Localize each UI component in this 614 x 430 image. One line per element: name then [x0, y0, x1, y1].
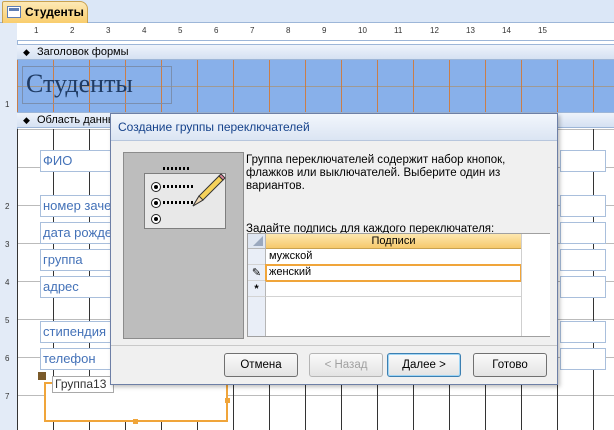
document-tab-title: Студенты [25, 5, 84, 19]
move-handle[interactable] [38, 372, 46, 380]
ruler-mark: 4 [142, 26, 147, 35]
field-label-group[interactable]: группа [40, 249, 116, 271]
field-label-fio[interactable]: ФИО [40, 150, 116, 172]
ruler-mark: 1 [34, 26, 39, 35]
ruler-mark: 12 [430, 26, 439, 35]
field-textbox[interactable] [560, 195, 606, 217]
ruler-mark: 13 [466, 26, 475, 35]
ruler-mark: 10 [358, 26, 367, 35]
field-label-address[interactable]: адрес [40, 276, 116, 298]
form-header-section-bar[interactable]: ◆ Заголовок формы [17, 44, 614, 60]
finish-button[interactable]: Готово [473, 353, 547, 377]
field-textbox[interactable] [560, 222, 606, 244]
ruler-mark: 8 [286, 26, 291, 35]
collapse-arrow-icon: ◆ [23, 47, 30, 57]
section-title: Заголовок формы [37, 46, 129, 58]
new-row-icon[interactable]: * [248, 281, 266, 297]
labels-datasheet[interactable]: Подписи мужской ✎ женский * [247, 233, 550, 337]
section-title: Область данных [37, 114, 122, 126]
option-group-preview [144, 167, 226, 229]
ruler-mark: 4 [5, 278, 10, 287]
ruler-mark: 9 [322, 26, 327, 35]
resize-handle[interactable] [225, 398, 230, 403]
field-textbox[interactable] [560, 321, 606, 343]
next-button[interactable]: Далее > [387, 353, 461, 377]
select-all-corner[interactable] [248, 234, 266, 249]
ruler-mark: 5 [5, 316, 10, 325]
label-row-1[interactable]: мужской [266, 249, 521, 265]
grid-empty-area [521, 234, 550, 336]
ruler-mark: 5 [178, 26, 183, 35]
ruler-mark: 14 [502, 26, 511, 35]
ruler-mark: 1 [5, 100, 10, 109]
field-textbox[interactable] [560, 150, 606, 172]
wizard-illustration [123, 152, 244, 339]
field-label-record-number[interactable]: номер зачетной [40, 195, 116, 217]
option-group-label[interactable]: Группа13 [52, 376, 114, 393]
pencil-icon [192, 173, 226, 207]
column-header-labels[interactable]: Подписи [266, 234, 521, 249]
field-textbox[interactable] [560, 276, 606, 298]
field-label-birth-date[interactable]: дата рождения [40, 222, 116, 244]
dialog-body: Группа переключателей содержит набор кно… [111, 141, 557, 384]
ruler-mark: 2 [5, 202, 10, 211]
document-tab[interactable]: Студенты [2, 1, 88, 23]
new-row[interactable] [266, 281, 521, 297]
row-selector-empty [248, 297, 266, 336]
back-button[interactable]: < Назад [309, 353, 383, 377]
field-label-phone[interactable]: телефон [40, 348, 116, 370]
ruler-mark: 7 [250, 26, 255, 35]
row-selector[interactable] [248, 249, 266, 265]
pencil-icon[interactable]: ✎ [248, 265, 266, 281]
ruler-mark: 2 [70, 26, 75, 35]
ruler-mark: 7 [5, 392, 10, 401]
ruler-mark: 11 [394, 26, 403, 35]
ruler-mark: 3 [5, 240, 10, 249]
field-textbox[interactable] [560, 249, 606, 271]
document-tab-bar [0, 0, 614, 23]
collapse-arrow-icon: ◆ [23, 115, 30, 125]
horizontal-ruler[interactable]: 1 2 3 4 5 6 7 8 9 10 11 12 13 14 15 [17, 23, 614, 41]
form-title-label[interactable]: Студенты [22, 66, 172, 104]
ruler-mark: 3 [106, 26, 111, 35]
field-textbox[interactable] [560, 348, 606, 370]
dialog-separator [111, 345, 557, 346]
form-icon [7, 6, 21, 18]
ruler-mark: 15 [538, 26, 547, 35]
dialog-title: Создание группы переключателей [118, 120, 310, 134]
vertical-ruler[interactable]: 1 2 3 4 5 6 7 [0, 40, 18, 430]
dialog-title-bar[interactable]: Создание группы переключателей [111, 114, 557, 141]
ruler-mark: 6 [5, 354, 10, 363]
label-row-2[interactable]: женский [265, 264, 522, 282]
option-group-wizard-dialog: Создание группы переключателей Группа пе… [110, 113, 558, 385]
cancel-button[interactable]: Отмена [224, 353, 298, 377]
ruler-corner[interactable] [0, 23, 18, 41]
resize-handle[interactable] [133, 419, 138, 424]
field-label-stipend[interactable]: стипендия [40, 321, 116, 343]
ruler-mark: 6 [214, 26, 219, 35]
wizard-description: Группа переключателей содержит набор кно… [246, 154, 506, 192]
